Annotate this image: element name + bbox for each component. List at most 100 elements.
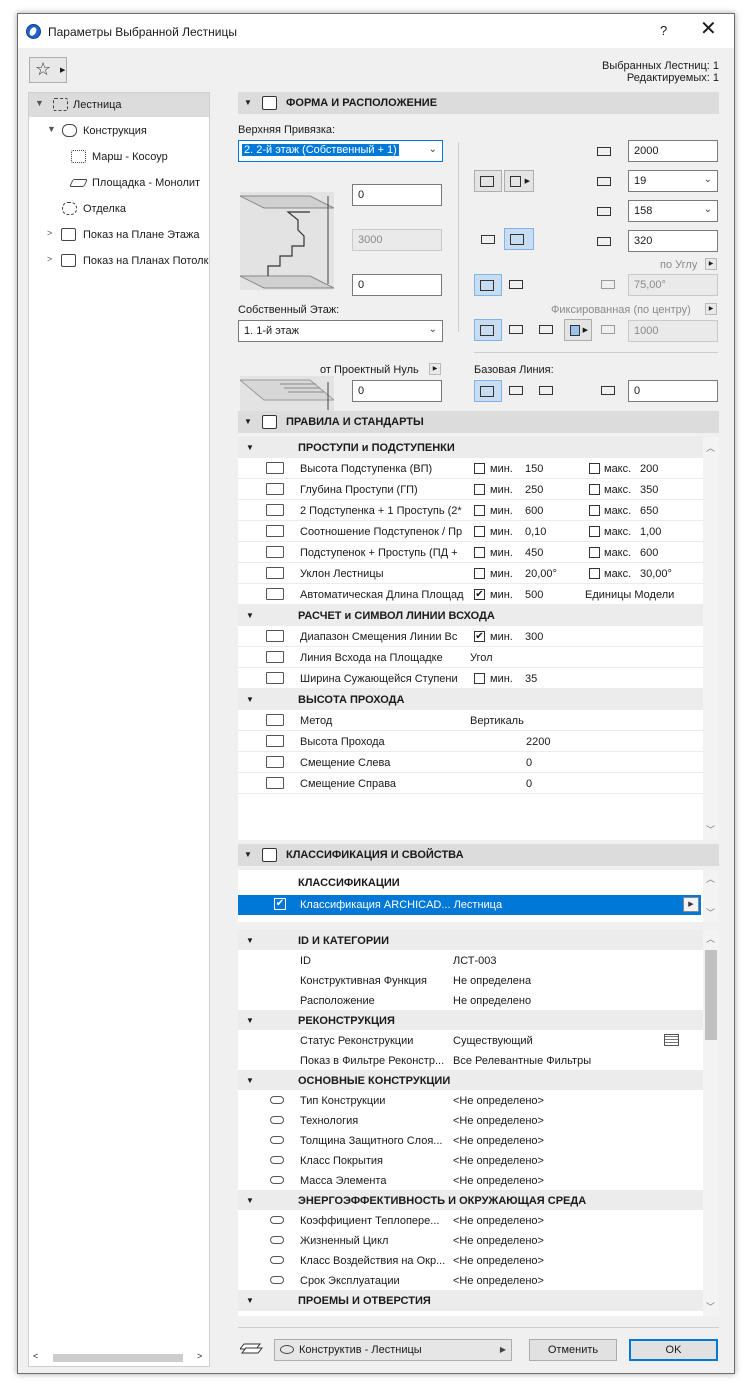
tread-depth-input[interactable]: 320 (628, 230, 718, 252)
min-value[interactable]: 35 (525, 673, 537, 685)
tree-horizontal-scrollbar[interactable]: < > (29, 1350, 209, 1366)
help-button[interactable]: ? (660, 23, 667, 38)
tread-lock-icon[interactable] (480, 233, 498, 247)
stair-width-input[interactable]: 2000 (628, 140, 718, 162)
max-checkbox[interactable] (589, 568, 600, 579)
scroll-up-icon[interactable]: ︿ (706, 872, 715, 885)
max-value[interactable]: 650 (640, 505, 658, 517)
value-cell[interactable]: Угол (470, 652, 493, 664)
baseline-offset-input[interactable]: 0 (628, 380, 718, 402)
min-checkbox[interactable] (474, 463, 485, 474)
scroll-left-icon[interactable]: < (33, 1351, 38, 1361)
min-value[interactable]: 150 (525, 463, 543, 475)
property-value[interactable]: Существующий (453, 1035, 533, 1047)
units-value[interactable]: Единицы Модели (585, 589, 674, 601)
cancel-button[interactable]: Отменить (529, 1339, 617, 1361)
group-header[interactable]: ▼ ЭНЕРГОЭФФЕКТИВНОСТЬ И ОКРУЖАЮЩАЯ СРЕДА (238, 1190, 703, 1211)
max-checkbox[interactable] (589, 526, 600, 537)
top-offset-input[interactable]: 0 (352, 184, 442, 206)
value-cell[interactable]: 2200 (526, 736, 550, 748)
baseline-right-icon[interactable] (538, 384, 556, 398)
classification-row[interactable]: ✔ Классификация ARCHICAD... Лестница ▶ (238, 895, 701, 915)
landing-type-3-icon[interactable] (538, 323, 556, 337)
chevron-down-icon[interactable]: ▼ (35, 98, 44, 108)
min-value[interactable]: 300 (525, 631, 543, 643)
property-value[interactable]: <Не определено> (453, 1275, 544, 1287)
tree-item-ceiling-plan[interactable]: > Показ на Планах Потолка (29, 249, 209, 273)
property-value[interactable]: ЛСТ-003 (453, 955, 497, 967)
tree-item-landing[interactable]: Площадка - Монолит (29, 171, 209, 195)
group-header[interactable]: ▼ ОСНОВНЫЕ КОНСТРУКЦИИ (238, 1070, 703, 1091)
property-value[interactable]: <Не определено> (453, 1135, 544, 1147)
min-checkbox[interactable]: ✔ (474, 589, 485, 600)
tree-item-finish[interactable]: Отделка (29, 197, 209, 221)
rules-scrollbar[interactable]: ︿ ﹀ (703, 437, 719, 840)
property-value[interactable]: <Не определено> (453, 1115, 544, 1127)
riser-count-dropdown[interactable]: 19 ⌄ (628, 170, 718, 192)
property-value[interactable]: Не определено (453, 995, 531, 1007)
property-value[interactable]: Все Релевантные Фильтры (453, 1055, 591, 1067)
property-value[interactable]: <Не определено> (453, 1155, 544, 1167)
max-checkbox[interactable] (589, 547, 600, 558)
min-value[interactable]: 450 (525, 547, 543, 559)
min-checkbox[interactable] (474, 526, 485, 537)
close-button[interactable]: ✕ (700, 19, 717, 39)
landing-type-1-button[interactable] (474, 319, 502, 341)
min-value[interactable]: 0,10 (525, 526, 546, 538)
max-value[interactable]: 600 (640, 547, 658, 559)
group-header[interactable]: ▼ РЕКОНСТРУКЦИЯ (238, 1010, 703, 1031)
tree-item-floor-plan[interactable]: > Показ на Плане Этажа (29, 223, 209, 247)
chevron-down-icon[interactable]: ▼ (47, 124, 56, 134)
chevron-right-icon[interactable]: > (47, 254, 52, 264)
riser-height-dropdown[interactable]: 158 ⌄ (628, 200, 718, 222)
top-link-dropdown[interactable]: 2. 2-й этаж (Собственный + 1) ⌄ (238, 140, 443, 162)
max-checkbox[interactable] (589, 484, 600, 495)
max-value[interactable]: 200 (640, 463, 658, 475)
tree-item-structure[interactable]: ▼ Конструкция (29, 119, 209, 143)
scroll-thumb[interactable] (53, 1354, 183, 1362)
min-value[interactable]: 600 (525, 505, 543, 517)
max-value[interactable]: 30,00° (640, 568, 672, 580)
scroll-down-icon[interactable]: ﹀ (706, 906, 715, 919)
min-value[interactable]: 250 (525, 484, 543, 496)
tree-item-flight[interactable]: Марш - Косоур (29, 145, 209, 169)
value-cell[interactable]: 0 (526, 757, 532, 769)
property-value[interactable]: Не определена (453, 975, 531, 987)
max-value[interactable]: 350 (640, 484, 658, 496)
baseline-left-button[interactable] (474, 380, 502, 402)
classification-scrollbar[interactable]: ︿ ﹀ (703, 870, 719, 922)
value-cell[interactable]: 0 (526, 778, 532, 790)
section-shape-header[interactable]: ▼ ФОРМА И РАСПОЛОЖЕНИЕ (238, 92, 719, 114)
value-cell[interactable]: Вертикаль (470, 715, 524, 727)
min-checkbox[interactable] (474, 505, 485, 516)
scroll-right-icon[interactable]: > (197, 1351, 202, 1361)
min-checkbox[interactable] (474, 547, 485, 558)
section-classification-header[interactable]: ▼ КЛАССИФИКАЦИЯ И СВОЙСТВА (238, 844, 719, 866)
scroll-down-icon[interactable]: ﹀ (706, 823, 715, 836)
stair-slope-button[interactable] (474, 274, 502, 296)
scroll-down-icon[interactable]: ﹀ (706, 1300, 715, 1313)
min-checkbox[interactable] (474, 568, 485, 579)
property-value[interactable]: <Не определено> (453, 1175, 544, 1187)
home-story-dropdown[interactable]: 1. 1-й этаж ⌄ (238, 320, 443, 342)
max-value[interactable]: 1,00 (640, 526, 661, 538)
property-value[interactable]: <Не определено> (453, 1235, 544, 1247)
scroll-up-icon[interactable]: ︿ (706, 441, 715, 454)
min-checkbox[interactable]: ✔ (474, 631, 485, 642)
ok-button[interactable]: OK (629, 1339, 718, 1361)
classification-menu-button[interactable]: ▶ (683, 897, 699, 912)
properties-scrollbar[interactable]: ︿ ﹀ (703, 930, 719, 1316)
landing-type-2-icon[interactable] (508, 323, 526, 337)
flight-type-button[interactable]: ▶ (504, 170, 534, 192)
group-header[interactable]: ▼ РАСЧЕТ и СИМВОЛ ЛИНИИ ВСХОДА (238, 605, 703, 626)
baseline-center-icon[interactable] (508, 384, 526, 398)
bottom-offset-input[interactable]: 0 (352, 274, 442, 296)
min-value[interactable]: 500 (525, 589, 543, 601)
from-zero-menu-button[interactable]: ▶ (429, 363, 441, 375)
brick-wall-icon[interactable] (664, 1034, 679, 1046)
property-value[interactable]: <Не определено> (453, 1095, 544, 1107)
chevron-right-icon[interactable]: > (47, 228, 52, 238)
landing-options-button[interactable]: ▶ (564, 319, 592, 341)
section-rules-header[interactable]: ▼ ПРАВИЛА И СТАНДАРТЫ (238, 411, 719, 433)
group-header[interactable]: ▼ ID И КАТЕГОРИИ (238, 930, 703, 951)
